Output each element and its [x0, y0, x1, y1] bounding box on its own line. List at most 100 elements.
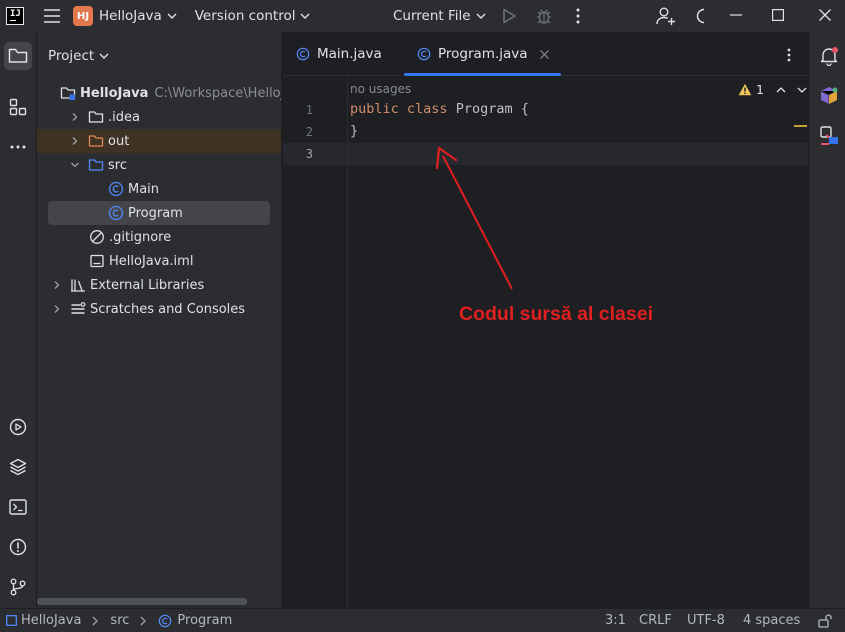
keyword: public: [350, 101, 399, 117]
line-number: 3: [305, 147, 313, 161]
code-line-2[interactable]: }: [350, 123, 358, 139]
close-tab-icon[interactable]: [539, 49, 549, 59]
theme-toggle-button[interactable]: [694, 8, 706, 24]
tree-item-src[interactable]: src: [37, 153, 281, 177]
chevron-right-icon[interactable]: [70, 112, 80, 122]
editor-tab-bar: Main.java Program.java: [283, 32, 808, 76]
breadcrumb-item[interactable]: Program: [177, 613, 232, 628]
file-encoding[interactable]: UTF-8: [687, 613, 725, 628]
caret-position[interactable]: 3:1: [605, 613, 626, 628]
code-line-1[interactable]: public class Program {: [350, 101, 529, 117]
git-tool-button[interactable]: [4, 573, 32, 601]
status-bar: HelloJava src Program 3:1 CRLF UTF-8 4 s…: [0, 608, 845, 632]
chevron-right-icon: [140, 616, 147, 625]
chevron-right-icon[interactable]: [70, 136, 80, 146]
tab-label: Program.java: [438, 46, 528, 62]
java-class-icon: [417, 47, 431, 61]
project-tool-button[interactable]: [4, 42, 32, 70]
chevron-down-icon[interactable]: [797, 87, 807, 93]
left-tool-strip: [0, 32, 37, 608]
database-icon: [820, 126, 838, 145]
plugin-tool-button[interactable]: [818, 84, 840, 106]
project-horizontal-scrollbar[interactable]: [37, 598, 247, 605]
more-tools-button[interactable]: [4, 133, 32, 161]
notifications-button[interactable]: [819, 46, 839, 66]
usage-hint[interactable]: no usages: [350, 82, 411, 96]
code-with-me-button[interactable]: [656, 6, 676, 26]
services-icon: [9, 418, 27, 436]
indent-setting[interactable]: 4 spaces: [743, 613, 800, 628]
debug-button[interactable]: [535, 7, 553, 25]
ignore-file-icon: [90, 230, 104, 244]
title-bar: IJ HJ HelloJava Version control Current …: [0, 0, 845, 32]
tab-program-java[interactable]: Program.java: [404, 32, 561, 76]
tree-item-label: .idea: [108, 109, 140, 125]
problems-tool-button[interactable]: [4, 533, 32, 561]
chevron-down-icon: [167, 13, 177, 19]
chevron-down-icon: [99, 53, 109, 59]
more-actions-button[interactable]: [575, 8, 581, 24]
error-stripe-marker[interactable]: [794, 125, 807, 127]
project-panel-header[interactable]: Project: [37, 32, 281, 80]
breadcrumb-item[interactable]: HelloJava: [21, 613, 81, 628]
structure-tool-button[interactable]: [4, 93, 32, 121]
intellij-logo-icon[interactable]: IJ: [6, 7, 24, 25]
breadcrumb-item[interactable]: src: [110, 613, 129, 628]
main-menu-button[interactable]: [44, 9, 60, 23]
chevron-up-icon[interactable]: [776, 86, 786, 93]
run-configuration-label: Current File: [393, 8, 471, 24]
project-switcher[interactable]: HJ HelloJava: [73, 6, 177, 26]
run-configuration-selector[interactable]: Current File: [393, 8, 486, 24]
chevron-down-icon: [476, 13, 486, 19]
tree-item-external-libraries[interactable]: External Libraries: [37, 273, 281, 297]
unlock-icon: [818, 614, 832, 628]
close-window-button[interactable]: [819, 9, 831, 21]
excluded-folder-icon: [88, 135, 104, 147]
run-button[interactable]: [502, 8, 516, 24]
version-control-menu[interactable]: Version control: [195, 8, 311, 24]
java-class-icon: [296, 47, 310, 61]
tree-item-iml[interactable]: HelloJava.iml: [37, 249, 281, 273]
maximize-button[interactable]: [772, 9, 784, 21]
chevron-right-icon[interactable]: [52, 304, 62, 314]
version-control-label: Version control: [194, 8, 296, 24]
bug-icon: [537, 9, 551, 24]
project-name: HelloJava: [99, 8, 162, 24]
chevron-right-icon[interactable]: [52, 280, 62, 290]
tree-item-gitignore[interactable]: .gitignore: [37, 225, 281, 249]
line-separator[interactable]: CRLF: [639, 613, 672, 628]
tab-options-button[interactable]: [786, 48, 792, 62]
java-class-icon: [159, 614, 172, 627]
tree-item-label: src: [108, 157, 127, 173]
inspection-widget[interactable]: 1: [738, 82, 807, 97]
project-path: C:\Workspace\HelloJ: [154, 85, 282, 101]
layers-icon: [9, 458, 27, 476]
chevron-down-icon: [300, 13, 310, 19]
code-line-3[interactable]: [350, 145, 790, 165]
annotation-label: Codul sursă al clasei: [459, 303, 654, 325]
readonly-toggle[interactable]: [818, 614, 832, 628]
terminal-tool-button[interactable]: [4, 493, 32, 521]
chevron-down-icon[interactable]: [70, 160, 80, 170]
tab-label: Main.java: [317, 46, 382, 62]
tree-item-scratches[interactable]: Scratches and Consoles: [37, 297, 281, 321]
layers-tool-button[interactable]: [4, 453, 32, 481]
module-icon: [6, 615, 17, 626]
tab-main-java[interactable]: Main.java: [296, 32, 382, 76]
services-tool-button[interactable]: [4, 413, 32, 441]
tree-item-program[interactable]: Program: [48, 201, 270, 225]
breadcrumb: HelloJava src Program: [6, 613, 232, 628]
problems-icon: [9, 538, 27, 556]
tree-item-main[interactable]: Main: [37, 177, 281, 201]
right-tool-strip: [808, 32, 845, 608]
warnings-count: 1: [756, 82, 764, 97]
more-horizontal-icon: [10, 145, 26, 149]
tree-item-out[interactable]: out: [37, 129, 281, 153]
brace: {: [520, 101, 529, 117]
database-tool-button[interactable]: [818, 124, 840, 146]
minimize-button[interactable]: [730, 14, 742, 16]
tree-item-hellojava[interactable]: HelloJava C:\Workspace\HelloJ: [37, 81, 282, 105]
module-folder-icon: [60, 87, 76, 100]
warning-icon: [738, 83, 752, 96]
tree-item-idea[interactable]: .idea: [37, 105, 281, 129]
